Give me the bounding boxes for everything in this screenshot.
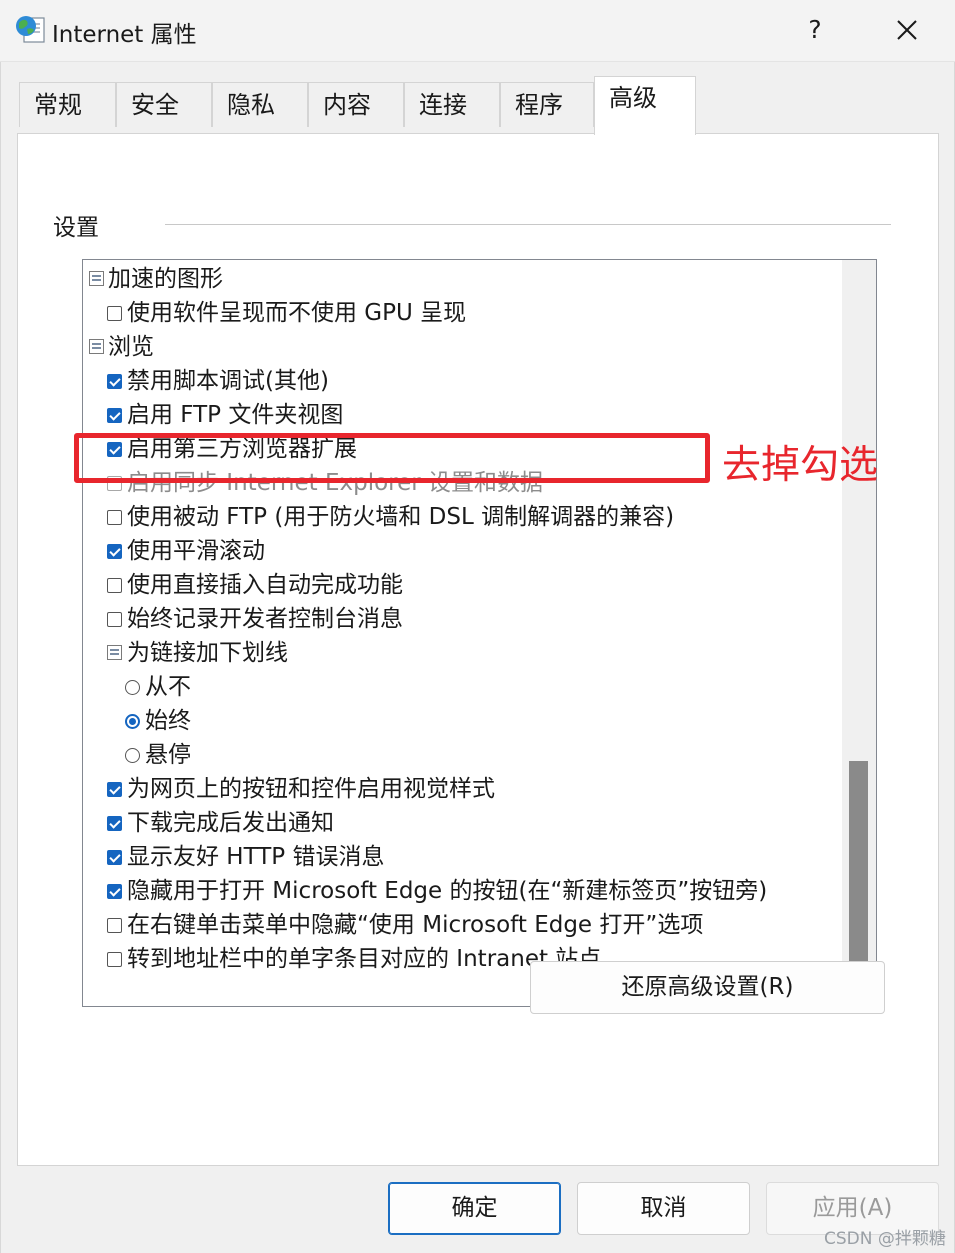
category-icon — [107, 645, 122, 660]
settings-checkbox-option[interactable]: 禁用脚本调试(其他) — [83, 364, 838, 398]
tab-7[interactable]: 高级 — [594, 76, 696, 135]
cancel-button[interactable]: 取消 — [577, 1182, 750, 1235]
checkbox[interactable] — [107, 884, 122, 899]
option-label: 在右键单击菜单中隐藏“使用 Microsoft Edge 打开”选项 — [127, 912, 704, 938]
option-label: 使用软件呈现而不使用 GPU 呈现 — [127, 300, 467, 326]
scroll-thumb[interactable] — [849, 761, 868, 972]
settings-checkbox-option[interactable]: 使用直接插入自动完成功能 — [83, 568, 838, 602]
option-label: 使用平滑滚动 — [127, 538, 265, 564]
option-label: 使用直接插入自动完成功能 — [127, 572, 403, 598]
tab-2[interactable]: 安全 — [116, 82, 212, 127]
settings-group-label: 设置 — [53, 215, 99, 241]
option-label: 为网页上的按钮和控件启用视觉样式 — [127, 776, 495, 802]
option-label: 下载完成后发出通知 — [127, 810, 334, 836]
settings-checkbox-option[interactable]: 始终记录开发者控制台消息 — [83, 602, 838, 636]
category-icon — [89, 271, 104, 286]
settings-checkbox-option[interactable]: 使用被动 FTP (用于防火墙和 DSL 调制解调器的兼容) — [83, 500, 838, 534]
checkbox[interactable] — [107, 374, 122, 389]
help-button[interactable]: ? — [790, 10, 840, 50]
radio-button[interactable] — [125, 714, 140, 729]
tab-1[interactable]: 常规 — [19, 82, 116, 127]
settings-category: 浏览 — [83, 330, 838, 364]
checkbox[interactable] — [107, 510, 122, 525]
option-label: 为链接加下划线 — [127, 640, 288, 666]
option-label: 悬停 — [145, 742, 191, 768]
option-label: 隐藏用于打开 Microsoft Edge 的按钮(在“新建标签页”按钮旁) — [127, 878, 768, 904]
settings-category: 为链接加下划线 — [83, 636, 838, 670]
close-icon[interactable] — [880, 10, 934, 50]
internet-globe-icon — [16, 16, 45, 43]
checkbox[interactable] — [107, 578, 122, 593]
checkbox[interactable] — [107, 850, 122, 865]
option-label: 禁用脚本调试(其他) — [127, 368, 329, 394]
option-label: 启用 FTP 文件夹视图 — [127, 402, 344, 428]
settings-radio-option[interactable]: 始终 — [83, 704, 838, 738]
settings-checkbox-option[interactable]: 启用 FTP 文件夹视图 — [83, 398, 838, 432]
option-label: 加速的图形 — [108, 266, 223, 292]
checkbox[interactable] — [107, 408, 122, 423]
checkbox[interactable] — [107, 306, 122, 321]
checkbox[interactable] — [107, 612, 122, 627]
red-highlight-box — [74, 433, 710, 483]
option-label: 浏览 — [108, 334, 154, 360]
option-label: 始终 — [145, 708, 191, 734]
settings-checkbox-option[interactable]: 使用平滑滚动 — [83, 534, 838, 568]
settings-checkbox-option[interactable]: 显示友好 HTTP 错误消息 — [83, 840, 838, 874]
tab-3[interactable]: 隐私 — [212, 82, 308, 127]
settings-radio-option[interactable]: 悬停 — [83, 738, 838, 772]
vertical-scrollbar[interactable] — [842, 260, 876, 1006]
radio-button[interactable] — [125, 680, 140, 695]
category-icon — [89, 339, 104, 354]
option-label: 从不 — [145, 674, 191, 700]
restore-advanced-button[interactable]: 还原高级设置(R) — [530, 961, 885, 1014]
checkbox[interactable] — [107, 782, 122, 797]
settings-tree-list[interactable]: 加速的图形使用软件呈现而不使用 GPU 呈现浏览禁用脚本调试(其他) 启用 FTP… — [82, 259, 877, 1007]
annotation-text: 去掉勾选 — [722, 443, 879, 488]
option-label: 使用被动 FTP (用于防火墙和 DSL 调制解调器的兼容) — [127, 504, 675, 530]
checkbox[interactable] — [107, 918, 122, 933]
checkbox[interactable] — [107, 816, 122, 831]
tab-6[interactable]: 程序 — [500, 82, 594, 127]
tab-4[interactable]: 内容 — [308, 82, 404, 127]
checkbox[interactable] — [107, 544, 122, 559]
settings-checkbox-option[interactable]: 在右键单击菜单中隐藏“使用 Microsoft Edge 打开”选项 — [83, 908, 838, 942]
option-label: 始终记录开发者控制台消息 — [127, 606, 403, 632]
option-label: 显示友好 HTTP 错误消息 — [127, 844, 385, 870]
group-divider — [165, 224, 891, 225]
checkbox[interactable] — [107, 952, 122, 967]
tab-5[interactable]: 连接 — [404, 82, 500, 127]
radio-button[interactable] — [125, 748, 140, 763]
ok-button[interactable]: 确定 — [388, 1182, 561, 1235]
settings-checkbox-option[interactable]: 隐藏用于打开 Microsoft Edge 的按钮(在“新建标签页”按钮旁) — [83, 874, 838, 908]
settings-radio-option[interactable]: 从不 — [83, 670, 838, 704]
settings-checkbox-option[interactable]: 为网页上的按钮和控件启用视觉样式 — [83, 772, 838, 806]
dialog-client-area: 常规 安全 隐私 内容 连接 程序 高级 设置 加速的图形使用软件呈现而不使用 GPU 呈现… — [0, 62, 955, 1253]
settings-checkbox-option[interactable]: 使用软件呈现而不使用 GPU 呈现 — [83, 296, 838, 330]
settings-checkbox-option[interactable]: 下载完成后发出通知 — [83, 806, 838, 840]
window-title: Internet 属性 — [52, 22, 197, 48]
title-bar: Internet 属性 ? — [0, 0, 955, 62]
settings-category: 加速的图形 — [83, 262, 838, 296]
watermark: CSDN @拌颗糖 — [824, 1229, 946, 1249]
